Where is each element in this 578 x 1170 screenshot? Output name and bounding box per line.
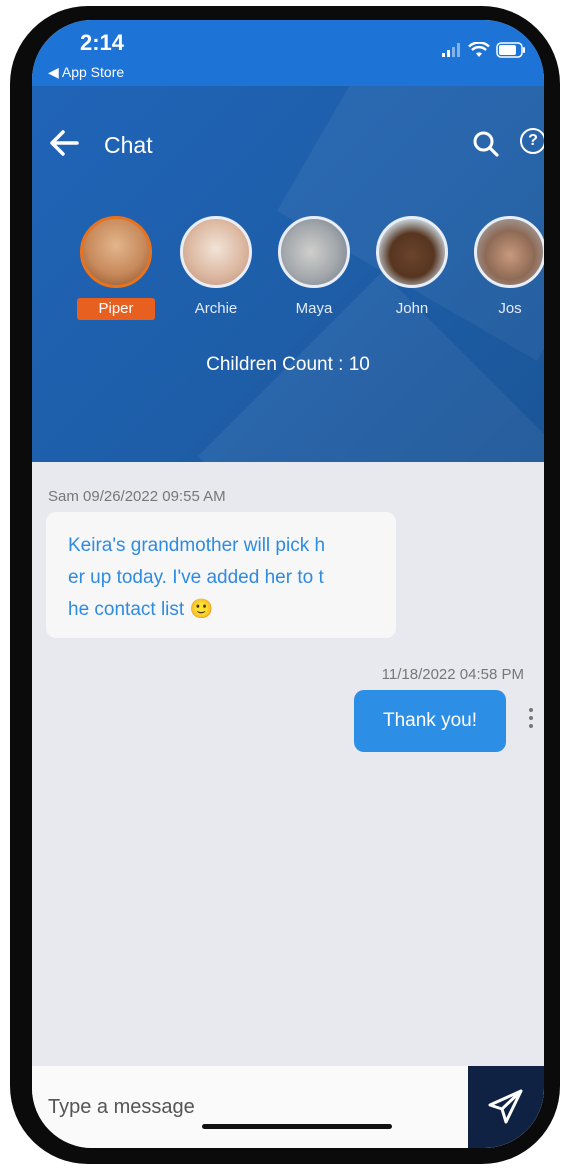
avatar bbox=[474, 216, 544, 288]
child-name: Maya bbox=[295, 300, 333, 317]
home-indicator[interactable] bbox=[202, 1124, 392, 1129]
child-name: Jos bbox=[498, 300, 522, 317]
child-item[interactable]: John bbox=[372, 216, 452, 320]
child-item[interactable]: Piper bbox=[76, 216, 156, 320]
message-meta: Sam 09/26/2022 09:55 AM bbox=[48, 488, 226, 505]
help-icon[interactable]: ? bbox=[520, 128, 544, 154]
chat-header: Chat ? Piper Archie Maya John Jos Childr… bbox=[32, 86, 544, 462]
child-name: Archie bbox=[194, 300, 238, 317]
child-item[interactable]: Archie bbox=[176, 216, 256, 320]
top-bar: Chat ? bbox=[32, 126, 544, 166]
avatar bbox=[376, 216, 448, 288]
phone-frame: 2:14 ◀ App Store Chat ? Piper Archie May… bbox=[10, 6, 560, 1164]
avatar bbox=[180, 216, 252, 288]
child-name: John bbox=[395, 300, 429, 317]
message-line: he contact list 🙂 bbox=[68, 599, 214, 620]
status-icons bbox=[442, 42, 526, 58]
kebab-menu-icon[interactable] bbox=[527, 708, 535, 732]
message-input[interactable]: Type a message bbox=[48, 1096, 195, 1119]
battery-icon bbox=[496, 42, 525, 58]
message-line: er up today. I've added her to t bbox=[68, 567, 324, 588]
message-composer: Type a message bbox=[32, 1066, 544, 1148]
search-icon[interactable] bbox=[472, 130, 500, 158]
screen: 2:14 ◀ App Store Chat ? Piper Archie May… bbox=[32, 20, 544, 1148]
incoming-message-bubble[interactable]: Keira's grandmother will pick h er up to… bbox=[46, 512, 396, 638]
child-item[interactable]: Jos bbox=[470, 216, 544, 320]
avatar bbox=[80, 216, 152, 288]
avatar bbox=[278, 216, 350, 288]
status-bar: 2:14 ◀ App Store bbox=[32, 20, 544, 86]
message-line: Keira's grandmother will pick h bbox=[68, 535, 326, 556]
back-to-app-store[interactable]: ◀ App Store bbox=[48, 64, 124, 81]
chat-messages[interactable]: Sam 09/26/2022 09:55 AM Keira's grandmot… bbox=[32, 462, 544, 1062]
send-icon bbox=[488, 1089, 523, 1124]
page-title: Chat bbox=[104, 132, 153, 158]
wifi-icon bbox=[468, 42, 490, 57]
children-count: Children Count : 10 bbox=[206, 354, 370, 375]
children-carousel[interactable]: Piper Archie Maya John Jos bbox=[32, 216, 544, 336]
status-time: 2:14 bbox=[80, 30, 125, 55]
arrow-left-icon[interactable] bbox=[48, 128, 80, 158]
child-item[interactable]: Maya bbox=[274, 216, 354, 320]
send-button[interactable] bbox=[468, 1066, 544, 1148]
child-name: Piper bbox=[77, 298, 155, 320]
outgoing-message-bubble[interactable]: Thank you! bbox=[354, 690, 506, 752]
signal-icon bbox=[442, 43, 460, 57]
message-meta: 11/18/2022 04:58 PM bbox=[381, 666, 524, 683]
